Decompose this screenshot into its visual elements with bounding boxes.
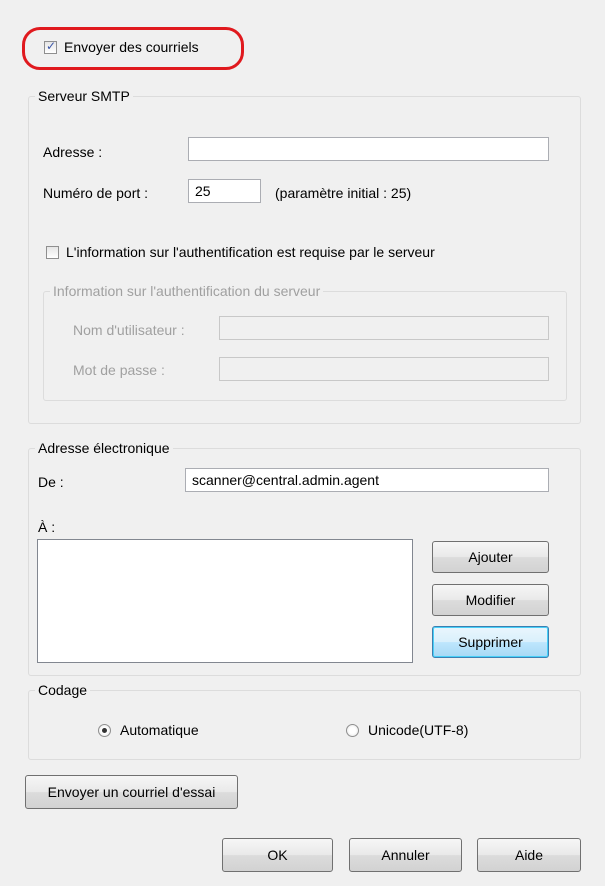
- ok-button[interactable]: OK: [222, 838, 333, 872]
- delete-button[interactable]: Supprimer: [432, 626, 549, 658]
- auth-group-title: Information sur l'authentification du se…: [50, 283, 324, 299]
- auth-required-checkbox[interactable]: [46, 246, 59, 259]
- auth-info-group: Information sur l'authentification du se…: [43, 283, 567, 401]
- email-settings-dialog: { "send_email": { "label": "Envoyer des …: [0, 0, 605, 886]
- encoding-auto-label[interactable]: Automatique: [120, 722, 199, 738]
- address-input[interactable]: [188, 137, 549, 161]
- send-email-label[interactable]: Envoyer des courriels: [64, 39, 199, 55]
- password-label: Mot de passe :: [73, 362, 165, 378]
- encoding-utf8-radio[interactable]: [346, 724, 359, 737]
- to-recipients-list[interactable]: [37, 539, 413, 663]
- port-input[interactable]: 25: [188, 179, 261, 203]
- encoding-group: Codage: [28, 682, 581, 760]
- send-email-checkbox[interactable]: [44, 39, 57, 54]
- username-label: Nom d'utilisateur :: [73, 322, 185, 338]
- password-input[interactable]: [219, 357, 549, 381]
- from-label: De :: [38, 474, 64, 490]
- port-label: Numéro de port :: [43, 185, 149, 201]
- username-input[interactable]: [219, 316, 549, 340]
- smtp-group-title: Serveur SMTP: [35, 88, 133, 104]
- address-label: Adresse :: [43, 144, 103, 160]
- auth-required-label[interactable]: L'information sur l'authentification est…: [66, 244, 435, 260]
- encoding-auto-radio[interactable]: [98, 724, 111, 737]
- from-input[interactable]: scanner@central.admin.agent: [185, 468, 549, 492]
- email-group-title: Adresse électronique: [35, 440, 173, 456]
- port-hint: (paramètre initial : 25): [275, 185, 412, 201]
- to-label: À :: [38, 519, 56, 535]
- modify-button[interactable]: Modifier: [432, 584, 549, 616]
- add-button[interactable]: Ajouter: [432, 541, 549, 573]
- send-test-email-button[interactable]: Envoyer un courriel d'essai: [25, 775, 238, 809]
- encoding-utf8-label[interactable]: Unicode(UTF-8): [368, 722, 468, 738]
- encoding-group-title: Codage: [35, 682, 91, 698]
- help-button[interactable]: Aide: [477, 838, 581, 872]
- cancel-button[interactable]: Annuler: [349, 838, 462, 872]
